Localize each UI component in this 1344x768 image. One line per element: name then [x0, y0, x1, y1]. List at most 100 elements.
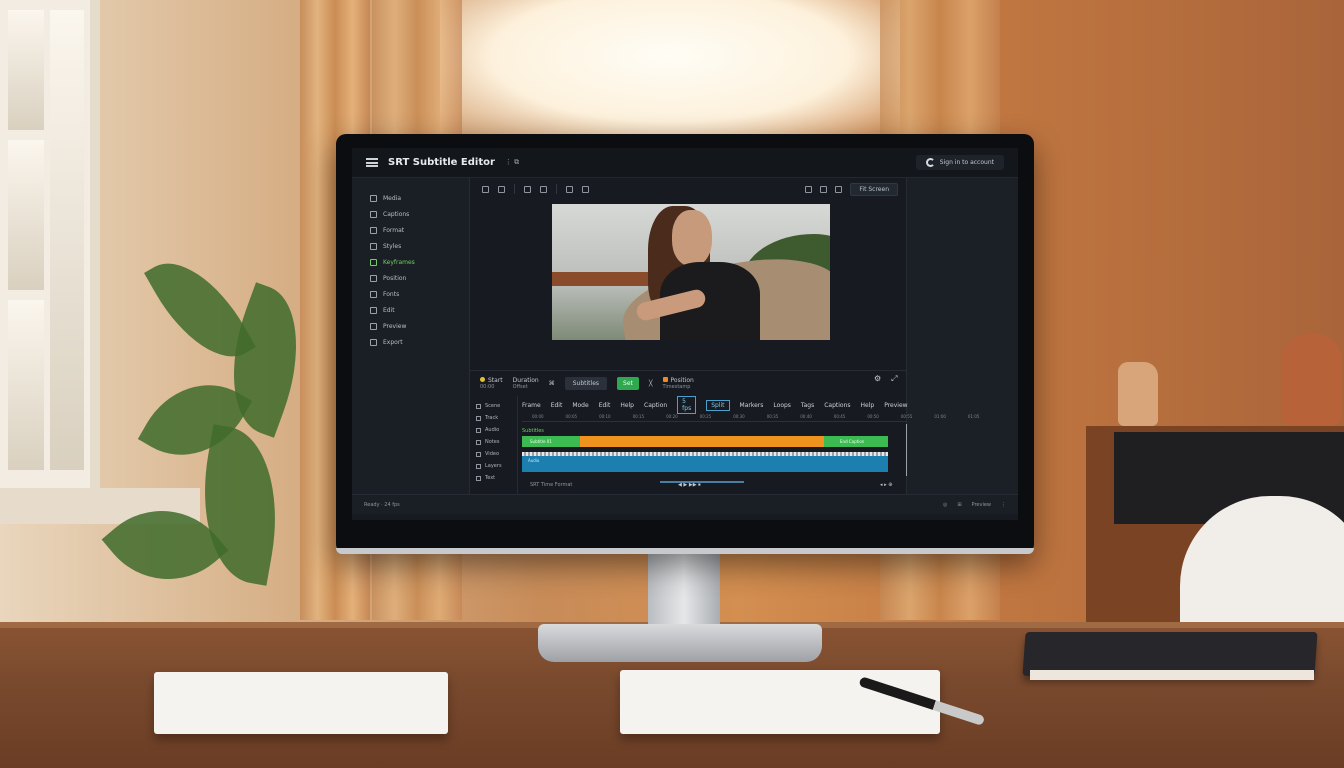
set-button[interactable]: Set — [617, 377, 639, 390]
ruler-tick: 00:20 — [666, 414, 678, 419]
grid-icon[interactable] — [566, 185, 573, 193]
link-icon[interactable]: ⌘ — [549, 380, 555, 387]
timeline-menu-item[interactable]: Markers — [740, 402, 764, 409]
app-title: SRT Subtitle Editor — [388, 157, 495, 168]
settings-icon[interactable]: ⚙ — [874, 374, 881, 384]
zoom-controls[interactable]: ◂ ▸ ⊕ — [880, 482, 892, 488]
sidebar-item-captions[interactable]: Captions — [352, 206, 469, 222]
preview-bridge — [552, 272, 662, 286]
menu-icon[interactable] — [366, 158, 378, 167]
timeline-side-label: Text — [485, 475, 496, 481]
window-pane — [8, 10, 44, 130]
track-icon — [476, 463, 481, 469]
status-right: ◎ ⊞ Preview ⋮ — [943, 502, 1006, 508]
timeline-side-label: Track — [485, 415, 499, 421]
bright-window — [440, 0, 900, 140]
timeline-scrollbar[interactable] — [660, 481, 744, 483]
layers-icon[interactable] — [540, 185, 547, 193]
sync-button[interactable]: Subtitles — [564, 377, 608, 390]
timeline-menu-item[interactable]: Tags — [801, 402, 814, 409]
sidebar-item-position[interactable]: Position — [352, 270, 469, 286]
timeline-menu-item[interactable]: Help — [861, 402, 875, 409]
sidebar-item-export[interactable]: Export — [352, 334, 469, 350]
sidebar-item-label: Export — [383, 338, 403, 346]
status-item[interactable]: ⊞ — [957, 502, 961, 508]
playhead[interactable] — [906, 424, 907, 476]
timeline-menu-item[interactable]: Preview — [884, 402, 907, 409]
video-preview[interactable] — [552, 204, 830, 340]
start-control[interactable]: Start 00:00 — [480, 377, 503, 390]
timeline-side-label: Video — [485, 451, 500, 457]
ruler-tick: 01:05 — [967, 414, 980, 419]
expand-icon[interactable]: ⤢ — [891, 374, 897, 384]
track-title: Subtitles — [522, 428, 544, 434]
timeline-side-item[interactable]: Scene — [470, 400, 517, 412]
timeline-side-label: Audio — [485, 427, 500, 433]
audio-track-label: Audio — [528, 458, 540, 463]
sidebar-item-format[interactable]: Format — [352, 222, 469, 238]
timeline-menu-item[interactable]: Edit — [599, 402, 611, 409]
audio-track[interactable]: Audio — [522, 456, 888, 472]
timeline-side-item[interactable]: Layers — [470, 460, 517, 472]
playback-controls[interactable]: ◀ ▶ ▶▶ ⏹ — [678, 482, 701, 488]
image-icon[interactable] — [582, 185, 589, 193]
caption-segment[interactable] — [580, 436, 824, 447]
timeline-menu-item[interactable]: Captions — [824, 402, 850, 409]
fullscreen-icon[interactable] — [835, 186, 843, 193]
start-text: Start — [488, 377, 503, 384]
duration-control[interactable]: Duration Offset — [513, 377, 539, 390]
export-icon — [370, 338, 377, 346]
position-control[interactable]: Position Timestamp — [662, 377, 694, 390]
timeline-menu-item[interactable]: Help — [620, 402, 634, 409]
timeline-side-item[interactable]: Audio — [470, 424, 517, 436]
sidebar-item-preview[interactable]: Preview — [352, 318, 469, 334]
text-icon[interactable] — [524, 185, 531, 193]
editor-toolbar: Fit Screen — [470, 178, 906, 200]
sidebar-item-label: Edit — [383, 306, 395, 314]
split-icon[interactable]: ╳ — [649, 380, 653, 387]
window-pane — [8, 140, 44, 290]
redo-icon[interactable] — [820, 186, 828, 193]
ruler-tick: 00:50 — [867, 414, 879, 419]
crop-icon[interactable] — [498, 185, 505, 193]
preview-face — [672, 210, 712, 266]
sidebar-item-styles[interactable]: Styles — [352, 238, 469, 254]
title-bar: SRT Subtitle Editor ⋮ ⧉ Sign in to accou… — [352, 148, 1018, 178]
app-window: SRT Subtitle Editor ⋮ ⧉ Sign in to accou… — [352, 148, 1018, 520]
sidebar-item-keyframes[interactable]: Keyframes — [352, 254, 469, 270]
zoom-select[interactable]: Fit Screen — [850, 183, 898, 196]
keyframes-icon — [370, 258, 377, 266]
sidebar-item-media[interactable]: Media — [352, 190, 469, 206]
status-item[interactable]: ◎ — [943, 502, 947, 508]
timeline-menu-item[interactable]: 5 fps — [677, 396, 697, 414]
sidebar-item-fonts[interactable]: Fonts — [352, 286, 469, 302]
timeline-side-item[interactable]: Text — [470, 472, 517, 484]
time-format-label: SRT Time Format — [530, 482, 573, 488]
sidebar-item-label: Preview — [383, 322, 407, 330]
position-sub: Timestamp — [662, 384, 691, 390]
sidebar-item-edit[interactable]: Edit — [352, 302, 469, 318]
position-icon — [370, 274, 377, 282]
timeline-menu-item[interactable]: Edit — [551, 402, 563, 409]
timeline-menu-item[interactable]: Frame — [522, 402, 541, 409]
cursor-icon[interactable] — [482, 185, 489, 193]
timeline-side-item[interactable]: Notes — [470, 436, 517, 448]
timeline-menu-item[interactable]: Caption — [644, 402, 667, 409]
timeline-menu-item[interactable]: Mode — [572, 402, 588, 409]
account-button[interactable]: Sign in to account — [915, 155, 1004, 170]
sidebar-item-label: Media — [383, 194, 402, 202]
monitor: SRT Subtitle Editor ⋮ ⧉ Sign in to accou… — [336, 134, 1034, 554]
monitor-chin — [336, 548, 1034, 554]
status-item[interactable]: Preview — [972, 502, 991, 508]
timeline-menu-item[interactable]: Loops — [773, 402, 791, 409]
caption-track[interactable]: Subtitle 01 End Caption — [522, 436, 888, 447]
timeline-side-item[interactable]: Track — [470, 412, 517, 424]
timeline-ruler[interactable]: 00:00 00:05 00:10 00:15 00:20 00:25 00:30 00:35… — [522, 414, 979, 422]
ruler-tick: 00:30 — [733, 414, 745, 419]
title-icons[interactable]: ⋮ ⧉ — [505, 158, 519, 167]
vase — [1282, 334, 1342, 426]
timeline-menu-item[interactable]: Split — [706, 399, 730, 411]
status-more[interactable]: ⋮ — [1001, 502, 1006, 508]
timeline-side-item[interactable]: Video — [470, 448, 517, 460]
undo-icon[interactable] — [805, 186, 813, 193]
